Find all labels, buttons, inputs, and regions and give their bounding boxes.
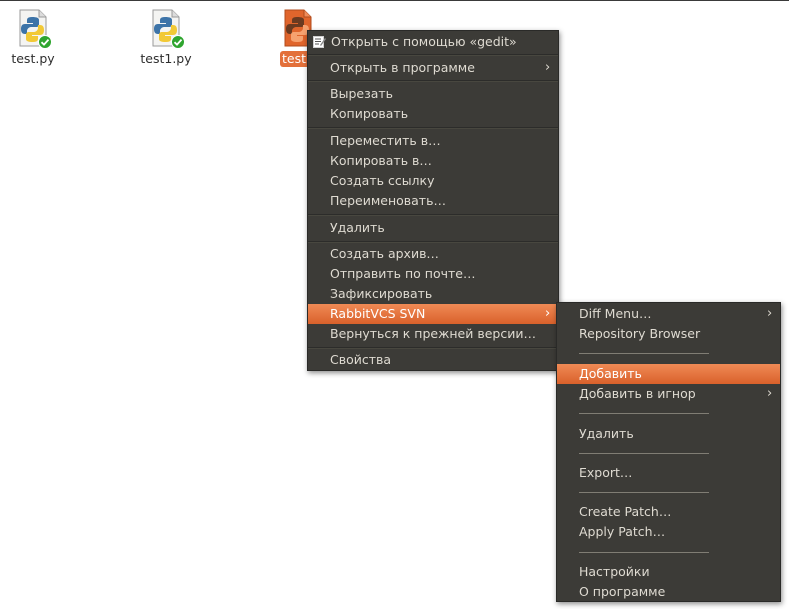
menu-item-label: О программе: [579, 584, 666, 599]
menu-item-label: Вырезать: [330, 86, 394, 101]
menu-item-create-link[interactable]: Создать ссылку: [308, 171, 558, 191]
menu-item-create-patch[interactable]: Create Patch…: [557, 502, 780, 522]
menu-item-label: Переместить в…: [330, 133, 441, 148]
menu-item-diff-menu[interactable]: Diff Menu… ›: [557, 304, 780, 324]
menu-item-label: Удалить: [330, 220, 385, 235]
menu-item-label: Копировать: [330, 106, 409, 121]
chevron-right-icon: ›: [767, 306, 773, 321]
menu-item-move-to[interactable]: Переместить в…: [308, 131, 558, 151]
python-file-icon: [17, 9, 52, 49]
menu-item-copy[interactable]: Копировать: [308, 104, 558, 124]
menu-item-label: Открыть с помощью «gedit»: [331, 34, 517, 49]
menu-separator: [308, 214, 558, 216]
menu-item-label: Вернуться к прежней версии…: [330, 326, 536, 341]
menu-item-repository-browser[interactable]: Repository Browser: [557, 324, 780, 344]
menu-separator: [308, 54, 558, 56]
menu-item-label: Переименовать…: [330, 193, 446, 208]
menu-item-send-by-mail[interactable]: Отправить по почте…: [308, 264, 558, 284]
menu-item-label: Apply Patch…: [579, 524, 666, 539]
menu-item-label: Настройки: [579, 564, 650, 579]
menu-item-label: Копировать в…: [330, 153, 432, 168]
menu-separator: [308, 127, 558, 129]
chevron-right-icon: ›: [545, 60, 551, 75]
menu-item-open-with-gedit[interactable]: Открыть с помощью «gedit»: [308, 32, 558, 52]
file-name: test.py: [11, 51, 55, 66]
svn-normal-badge-icon: [171, 35, 185, 49]
menu-item-label: Открыть в программе: [330, 60, 475, 75]
menu-separator: [308, 80, 558, 82]
menu-item-copy-to[interactable]: Копировать в…: [308, 151, 558, 171]
menu-item-label: Diff Menu…: [579, 306, 652, 321]
file-name: test1.py: [140, 51, 192, 66]
menu-item-apply-patch[interactable]: Apply Patch…: [557, 522, 780, 542]
menu-item-label: RabbitVCS SVN: [330, 306, 426, 321]
menu-separator: [579, 353, 709, 354]
window-top-border: [0, 0, 789, 1]
rabbitvcs-submenu: Diff Menu… › Repository Browser Добавить…: [556, 302, 781, 602]
menu-item-delete[interactable]: Удалить: [308, 218, 558, 238]
menu-item-label: Свойства: [330, 352, 392, 367]
chevron-right-icon: ›: [767, 386, 773, 401]
menu-item-label: Отправить по почте…: [330, 266, 476, 281]
menu-item-open-with-program[interactable]: Открыть в программе ›: [308, 58, 558, 78]
file-test-py[interactable]: test.py: [1, 9, 65, 67]
menu-separator: [579, 552, 709, 553]
menu-item-rename[interactable]: Переименовать…: [308, 191, 558, 211]
menu-separator: [308, 241, 558, 243]
menu-item-label: Create Patch…: [579, 504, 672, 519]
menu-separator: [579, 413, 709, 414]
svn-normal-badge-icon: [38, 35, 52, 49]
text-editor-icon: [313, 36, 326, 48]
menu-item-label: Export…: [579, 465, 633, 480]
menu-item-label: Создать архив…: [330, 246, 439, 261]
menu-item-label: Создать ссылку: [330, 173, 435, 188]
menu-item-commit[interactable]: Зафиксировать: [308, 284, 558, 304]
file-test1-py[interactable]: test1.py: [134, 9, 198, 67]
menu-separator: [308, 347, 558, 349]
menu-item-label: Добавить: [579, 366, 642, 381]
menu-item-add-to-ignore[interactable]: Добавить в игнор ›: [557, 384, 780, 404]
chevron-right-icon: ›: [545, 306, 551, 321]
python-file-icon: [150, 9, 185, 49]
menu-item-delete[interactable]: Удалить: [557, 424, 780, 444]
menu-item-cut[interactable]: Вырезать: [308, 84, 558, 104]
menu-item-label: Зафиксировать: [330, 286, 433, 301]
menu-item-create-archive[interactable]: Создать архив…: [308, 244, 558, 264]
menu-item-add[interactable]: Добавить: [557, 364, 780, 384]
menu-item-properties[interactable]: Свойства: [308, 350, 558, 370]
context-menu: Открыть с помощью «gedit» Открыть в прог…: [307, 30, 559, 371]
menu-item-revert[interactable]: Вернуться к прежней версии…: [308, 324, 558, 344]
menu-item-label: Добавить в игнор: [579, 386, 696, 401]
menu-item-export[interactable]: Export…: [557, 463, 780, 483]
menu-item-label: Удалить: [579, 426, 634, 441]
menu-item-label: Repository Browser: [579, 326, 701, 341]
menu-item-settings[interactable]: Настройки: [557, 562, 780, 582]
menu-item-rabbitvcs-svn[interactable]: RabbitVCS SVN ›: [308, 304, 558, 324]
menu-separator: [579, 492, 709, 493]
menu-item-about[interactable]: О программе: [557, 582, 780, 602]
menu-separator: [579, 453, 709, 454]
